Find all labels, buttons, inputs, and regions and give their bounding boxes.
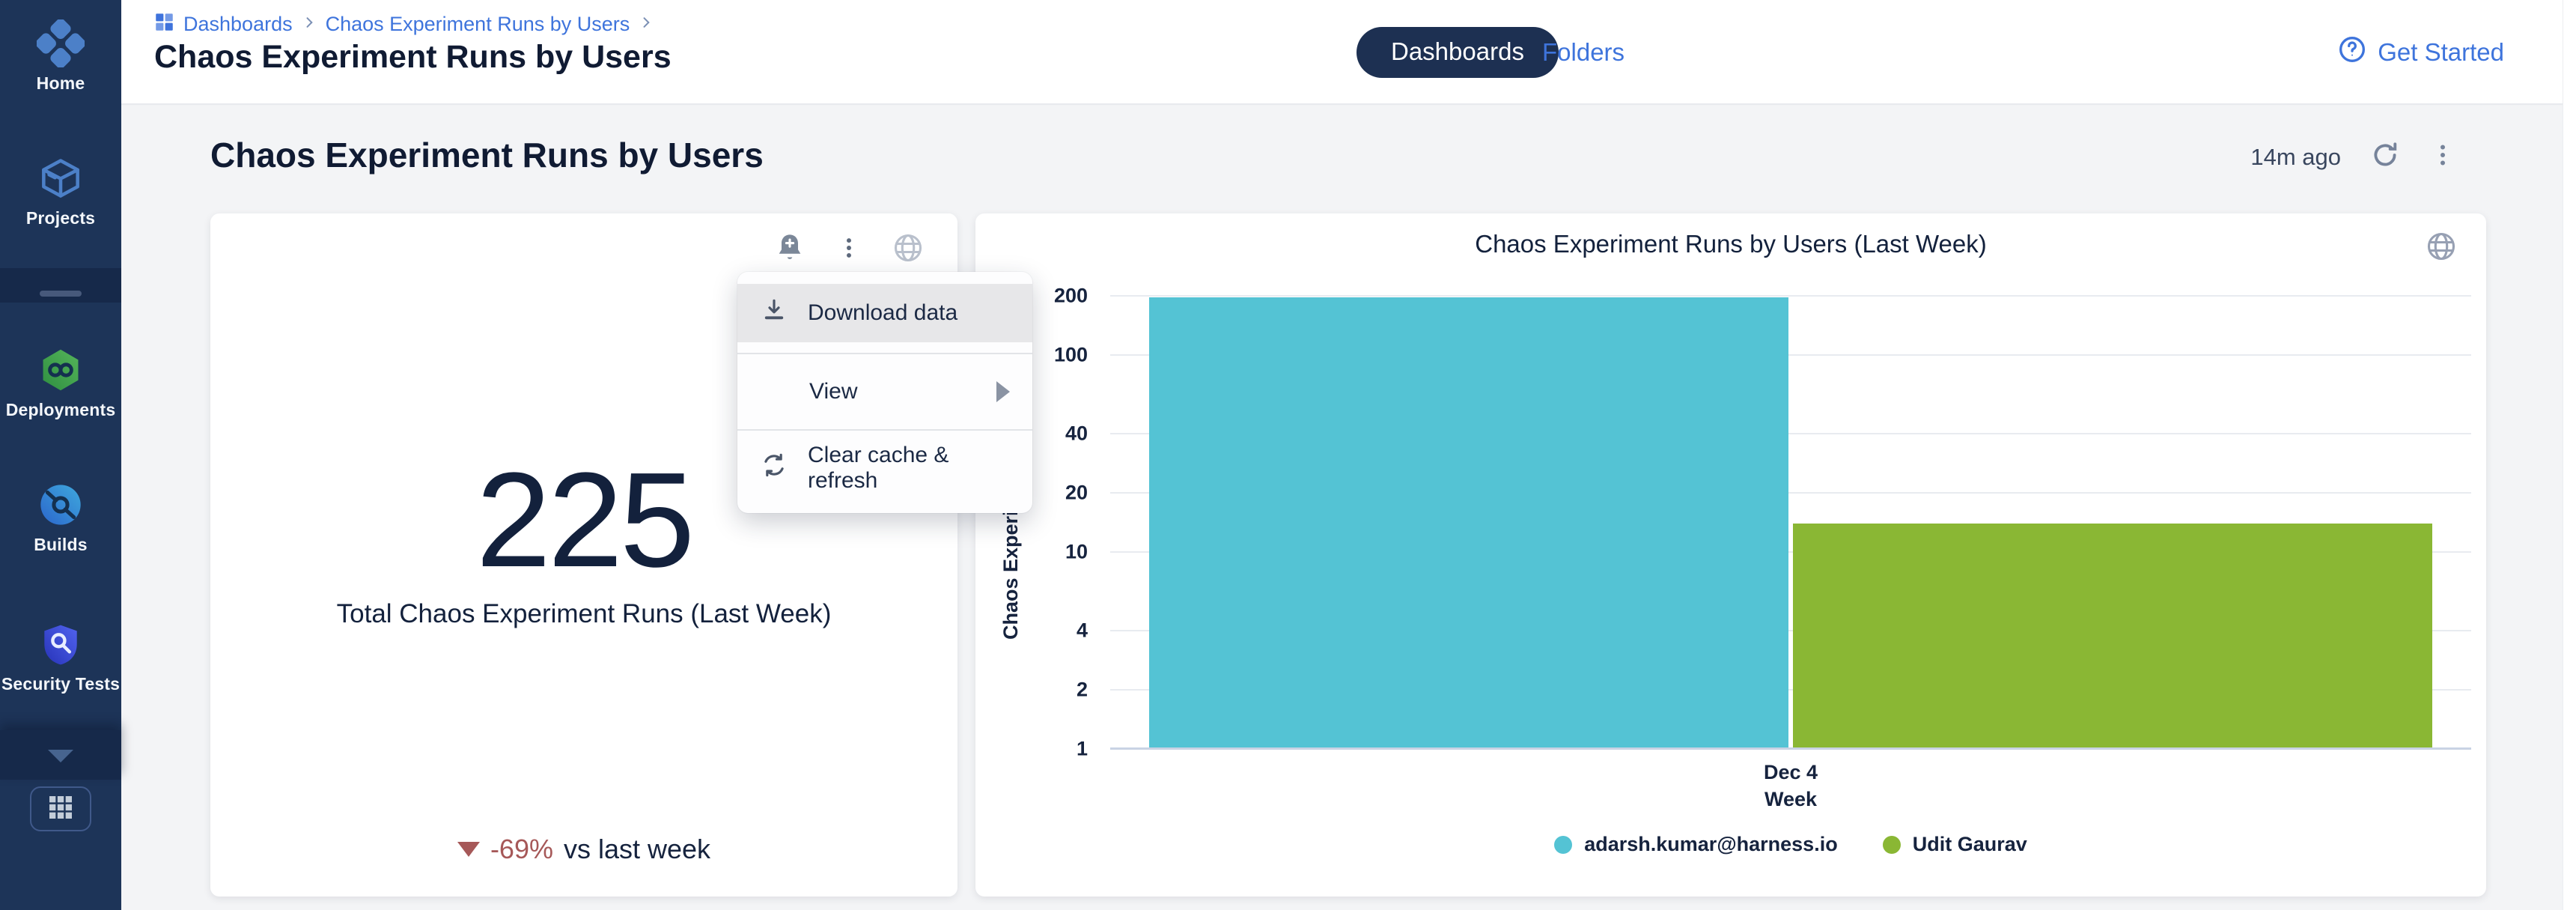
top-header: Dashboards Chaos Experiment Runs by User…	[121, 0, 2576, 105]
chart-legend: adarsh.kumar@harness.io Udit Gaurav	[1110, 833, 2471, 856]
y-tick-label: 4	[998, 619, 1088, 642]
menu-item-view[interactable]: View	[737, 354, 1032, 429]
legend-item[interactable]: adarsh.kumar@harness.io	[1554, 833, 1837, 856]
chart-tile: Chaos Experiment Runs by Users (Last Wee…	[975, 213, 2486, 897]
tile-controls	[773, 231, 925, 268]
dashboards-grid-icon	[154, 12, 174, 36]
refresh-icon[interactable]	[2369, 139, 2401, 175]
tile-kebab-icon[interactable]	[836, 235, 862, 264]
legend-dot-icon	[1883, 836, 1901, 854]
menu-item-clear-cache[interactable]: Clear cache & refresh	[737, 431, 1032, 506]
sidebar: Home Projects Deployments	[0, 0, 121, 910]
y-tick-label: 10	[998, 541, 1088, 564]
legend-item[interactable]: Udit Gaurav	[1883, 833, 2027, 856]
deployments-icon	[0, 346, 121, 394]
stat-delta: -69% vs last week	[210, 834, 957, 865]
y-tick-label: 2	[998, 678, 1088, 701]
menu-item-label: Download data	[808, 300, 1010, 326]
menu-item-label: Clear cache & refresh	[808, 443, 1010, 494]
delta-suffix: vs last week	[564, 834, 710, 865]
breadcrumb-link-current[interactable]: Chaos Experiment Runs by Users	[326, 13, 630, 36]
shield-icon	[0, 622, 121, 668]
get-started-label: Get Started	[2378, 38, 2504, 67]
cube-icon	[0, 154, 121, 202]
sidebar-item-security-tests[interactable]: Security Tests	[0, 622, 121, 694]
caret-right-icon	[996, 381, 1010, 402]
main-content: Chaos Experiment Runs by Users 14m ago	[121, 106, 2576, 910]
sidebar-item-label: Security Tests	[0, 674, 121, 694]
legend-label: Udit Gaurav	[1913, 833, 2027, 856]
chart-globe-icon[interactable]	[2425, 230, 2458, 267]
menu-item-label: View	[809, 379, 977, 404]
sidebar-item-deployments[interactable]: Deployments	[0, 346, 121, 420]
sidebar-item-projects[interactable]: Projects	[0, 154, 121, 228]
sidebar-item-builds[interactable]: Builds	[0, 481, 121, 555]
get-started-link[interactable]: Get Started	[2337, 27, 2504, 78]
menu-item-download-data[interactable]: Download data	[737, 284, 1032, 342]
stat-label: Total Chaos Experiment Runs (Last Week)	[210, 599, 957, 629]
sidebar-item-label: Projects	[0, 208, 121, 228]
kebab-menu-icon[interactable]	[2429, 142, 2456, 172]
breadcrumb-separator-icon	[302, 15, 317, 34]
chart-bar-2[interactable]	[1793, 524, 2432, 749]
download-icon	[760, 296, 788, 330]
x-category-label: Dec 4	[1764, 761, 1818, 784]
refresh-group: 14m ago	[2250, 139, 2456, 175]
module-picker-button[interactable]	[30, 786, 91, 831]
sidebar-splitter[interactable]	[0, 268, 121, 303]
legend-dot-icon	[1554, 836, 1572, 854]
gridline	[1110, 295, 2471, 297]
chevron-down-icon[interactable]	[48, 750, 73, 762]
tile-context-menu: Download data View Clear cache & refresh	[737, 272, 1032, 513]
x-axis-line	[1110, 747, 2471, 750]
help-circle-icon	[2337, 34, 2367, 70]
breadcrumb: Dashboards Chaos Experiment Runs by User…	[154, 10, 654, 37]
chart-bar-1[interactable]	[1149, 297, 1788, 749]
x-axis-title: Week	[1764, 788, 1817, 811]
chart-title: Chaos Experiment Runs by Users (Last Wee…	[975, 230, 2486, 258]
tab-dashboards[interactable]: Dashboards	[1356, 27, 1559, 78]
builds-icon	[0, 481, 121, 529]
legend-label: adarsh.kumar@harness.io	[1584, 833, 1837, 856]
sidebar-scroll-band	[0, 730, 121, 780]
sidebar-item-home[interactable]: Home	[0, 19, 121, 94]
tab-folders[interactable]: Folders	[1542, 27, 1625, 78]
page-title: Chaos Experiment Runs by Users	[154, 39, 672, 76]
tile-globe-icon[interactable]	[892, 231, 925, 268]
grid-icon	[46, 792, 76, 826]
sidebar-item-label: Home	[0, 73, 121, 94]
cycle-refresh-icon	[760, 451, 788, 485]
y-tick-label: 1	[998, 738, 1088, 761]
dashboard-heading: Chaos Experiment Runs by Users	[210, 135, 764, 175]
breadcrumb-separator-icon	[639, 15, 654, 34]
drag-handle[interactable]	[40, 291, 82, 297]
sidebar-item-label: Deployments	[0, 400, 121, 420]
breadcrumb-link-dashboards[interactable]: Dashboards	[183, 13, 293, 36]
triangle-down-icon	[457, 842, 480, 857]
alert-bell-icon[interactable]	[773, 231, 806, 268]
scrollbar-track[interactable]	[2563, 0, 2576, 910]
sidebar-item-label: Builds	[0, 535, 121, 555]
last-refreshed-label: 14m ago	[2250, 144, 2341, 171]
plot-area: Chaos Experiment Runs Dec 4 Week adarsh.…	[1110, 296, 2471, 749]
home-icon	[0, 19, 121, 67]
delta-value: -69%	[490, 834, 553, 865]
